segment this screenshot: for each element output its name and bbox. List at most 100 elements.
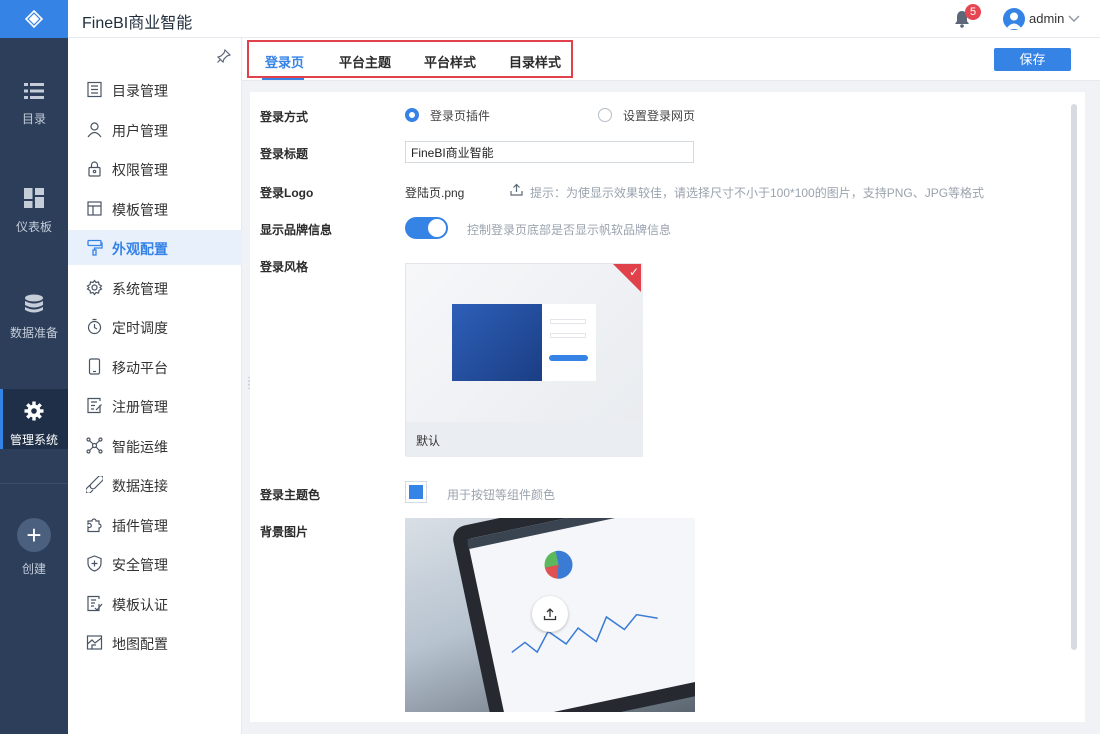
rail-item-catalog[interactable]: 目录: [0, 82, 68, 142]
rail-item-label: 数据准备: [9, 326, 58, 340]
subnav-item-label: 模板管理: [112, 202, 168, 218]
login-style-label: 登录风格: [260, 260, 309, 274]
dashboard-icon: [24, 188, 44, 208]
subnav-item-appearance[interactable]: 外观配置: [68, 230, 242, 265]
subnav-item-label: 插件管理: [112, 518, 168, 534]
radio-login-plugin-label: 登录页插件: [430, 109, 491, 123]
logo-hint: 提示：为使显示效果较佳，请选择尺寸不小于100*100的图片，支持PNG、JPG…: [530, 186, 985, 200]
preview-button: [549, 355, 588, 361]
subnav-item-ops[interactable]: 智能运维: [68, 428, 242, 463]
subnav-item-label: 移动平台: [112, 360, 168, 376]
radio-custom-login-page[interactable]: [598, 108, 612, 122]
pin-icon[interactable]: [217, 49, 231, 63]
theme-color-picker[interactable]: [405, 481, 427, 503]
content-scrollbar[interactable]: [1071, 104, 1077, 650]
tab-catalog-style[interactable]: 目录样式: [509, 52, 561, 71]
rail-item-data-prep[interactable]: 数据准备: [0, 294, 68, 354]
rail-item-create[interactable]: + 创建: [0, 518, 68, 578]
subnav-item-label: 外观配置: [112, 241, 168, 257]
rail-item-admin[interactable]: 管理系统: [0, 389, 68, 449]
subnav-item-label: 权限管理: [112, 162, 168, 178]
timer-icon: [87, 318, 102, 335]
subnav-item-label: 地图配置: [112, 636, 168, 652]
brand-info-label: 显示品牌信息: [260, 223, 333, 237]
subnav-item-templates[interactable]: 模板管理: [68, 191, 242, 226]
tab-platform-theme[interactable]: 平台主题: [339, 52, 391, 71]
login-style-preview: [406, 264, 643, 422]
mobile-icon: [88, 358, 101, 375]
subnav-item-registration[interactable]: 注册管理: [68, 388, 242, 423]
rail-item-label: 管理系统: [9, 433, 58, 447]
preview-banner: [452, 304, 542, 381]
tablet-screen: [467, 518, 695, 712]
login-title-input[interactable]: [405, 141, 694, 163]
tab-bar: 登录页 平台主题 平台样式 目录样式 保存: [242, 38, 1100, 81]
subnav-item-template-cert[interactable]: 模板认证: [68, 586, 242, 621]
tablet-photo: [450, 518, 695, 712]
preview-field: [550, 319, 586, 324]
subnav-item-users[interactable]: 用户管理: [68, 112, 242, 147]
subnav-item-label: 数据连接: [112, 478, 168, 494]
toggle-knob: [428, 219, 446, 237]
check-icon: ✓: [628, 265, 639, 279]
active-tab-indicator: [262, 78, 304, 80]
puzzle-icon: [87, 518, 102, 533]
shield-icon: [87, 555, 102, 572]
subnav-item-label: 系统管理: [112, 281, 168, 297]
subnav-item-catalog[interactable]: 目录管理: [68, 72, 242, 107]
user-icon: [87, 122, 102, 138]
gear-icon: [86, 279, 103, 296]
subnav-item-schedule[interactable]: 定时调度: [68, 309, 242, 344]
pie-chart-graphic: [541, 548, 576, 582]
login-title-label: 登录标题: [260, 147, 309, 161]
color-swatch-fill: [409, 485, 423, 499]
brand-info-toggle[interactable]: [405, 217, 448, 239]
login-settings-panel: 登录方式 登录页插件 设置登录网页 登录标题 登录Logo 登陆页.png 提示…: [250, 92, 1085, 722]
network-icon: [86, 437, 103, 454]
subnav-item-label: 智能运维: [112, 439, 168, 455]
rail-item-label: 目录: [21, 112, 46, 126]
subnav-item-label: 安全管理: [112, 557, 168, 573]
catalog-icon: [87, 81, 102, 98]
rail-divider: [0, 483, 68, 484]
save-button[interactable]: 保存: [994, 48, 1071, 71]
subnav-item-map[interactable]: 地图配置: [68, 625, 242, 660]
upload-background-button[interactable]: [532, 596, 568, 632]
style-name: 默认: [416, 434, 441, 448]
tab-platform-style[interactable]: 平台样式: [424, 52, 476, 71]
line-chart-graphic: [511, 613, 658, 654]
radio-login-plugin[interactable]: [405, 108, 419, 122]
avatar[interactable]: [1003, 8, 1025, 30]
rail-item-dashboard[interactable]: 仪表板: [0, 188, 68, 248]
login-method-label: 登录方式: [260, 110, 309, 124]
gear-icon: [24, 401, 44, 421]
subnav-item-label: 定时调度: [112, 320, 168, 336]
plus-icon: +: [17, 518, 51, 552]
subnav-item-label: 模板认证: [112, 597, 168, 613]
chevron-down-icon[interactable]: [1068, 10, 1080, 28]
subnav-item-permissions[interactable]: 权限管理: [68, 151, 242, 186]
tab-login-page[interactable]: 登录页: [265, 52, 304, 71]
map-icon: [86, 635, 103, 650]
top-header: FineBI商业智能 5 admin: [68, 0, 1100, 38]
subnav-item-security[interactable]: 安全管理: [68, 546, 242, 581]
user-name[interactable]: admin: [1029, 11, 1064, 26]
preview-field: [550, 333, 586, 338]
rail-item-label: 仪表板: [15, 220, 52, 234]
screen-header-bar: [467, 518, 695, 549]
template-icon: [87, 201, 102, 216]
brush-icon: [87, 239, 103, 256]
subnav-item-data-connection[interactable]: 数据连接: [68, 467, 242, 502]
subnav-item-label: 目录管理: [112, 83, 168, 99]
subnav-item-label: 用户管理: [112, 123, 168, 139]
login-style-option-default[interactable]: 默认 ✓: [405, 263, 643, 457]
upload-icon[interactable]: [510, 183, 523, 196]
subnav-item-plugins[interactable]: 插件管理: [68, 507, 242, 542]
preview-login-form: [542, 304, 596, 381]
subnav-item-mobile[interactable]: 移动平台: [68, 349, 242, 384]
subnav-item-system[interactable]: 系统管理: [68, 270, 242, 305]
app-logo-icon[interactable]: [0, 0, 68, 38]
brand-info-hint: 控制登录页底部是否显示帆软品牌信息: [467, 223, 672, 237]
background-image-preview[interactable]: [405, 518, 695, 712]
logo-file-name: 登陆页.png: [405, 186, 465, 200]
